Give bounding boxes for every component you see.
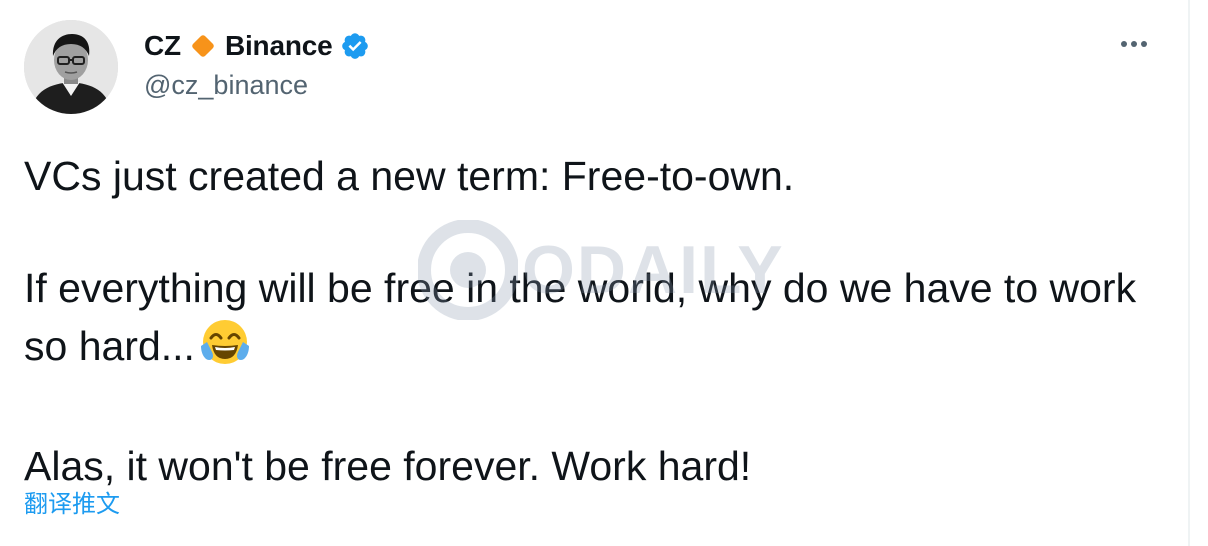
tweet-paragraph: VCs just created a new term: Free-to-own… [24, 153, 795, 199]
translate-tweet-link[interactable]: 翻译推文 [24, 488, 120, 520]
tweet-paragraph: Alas, it won't be free forever. Work har… [24, 443, 752, 489]
orange-diamond-icon [189, 32, 217, 60]
author-name-suffix[interactable]: Binance [225, 29, 333, 63]
author-handle[interactable]: @cz_binance [144, 68, 308, 102]
timeline-right-border [1188, 0, 1190, 546]
face-with-tears-of-joy-icon [199, 316, 251, 382]
author-name-row[interactable]: CZ Binance [144, 28, 370, 64]
more-options-button[interactable] [1112, 22, 1156, 66]
more-options-icon [1121, 41, 1147, 47]
tweet-paragraph-text: If everything will be free in the world,… [24, 265, 1137, 369]
tweet-card: CZ Binance @cz_binance VCs just created … [0, 0, 1188, 546]
verified-badge-icon [340, 31, 370, 61]
tweet-text: VCs just created a new term: Free-to-own… [24, 148, 1164, 494]
avatar[interactable] [24, 20, 118, 114]
tweet-paragraph: If everything will be free in the world,… [24, 260, 1164, 382]
avatar-photo [24, 20, 118, 114]
author-name[interactable]: CZ [144, 29, 181, 63]
